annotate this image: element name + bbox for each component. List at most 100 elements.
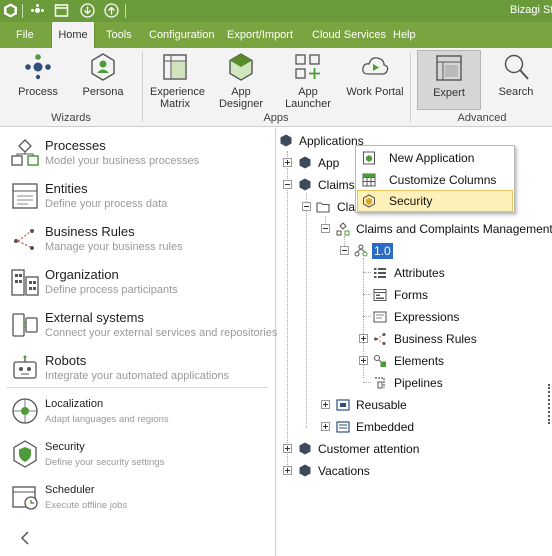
experience-matrix-icon [163, 54, 187, 80]
entities-icon [12, 183, 38, 209]
external-systems-icon [12, 313, 38, 337]
bizagi-studio-window: Bizagi St File Home Tools Configuration … [0, 0, 552, 556]
tree-label: Elements [394, 354, 445, 368]
menu-cloud-services[interactable]: Cloud Services [312, 22, 386, 48]
nav-item-robots[interactable]: Robots Integrate your automated applicat… [0, 351, 276, 389]
organization-icon [11, 269, 39, 296]
persona-label: Persona [82, 86, 124, 98]
tree-connector [306, 193, 307, 428]
quick-access-separator [125, 4, 126, 18]
vacations-hex-icon [299, 464, 311, 477]
expand-toggle[interactable] [283, 466, 292, 475]
collapse-toggle[interactable] [321, 224, 330, 233]
app-designer-label: App Designer [218, 86, 264, 110]
applications-hex-icon [280, 134, 292, 147]
menu-item-new-application[interactable]: New Application [357, 147, 513, 169]
nav-description: Define your security settings [45, 457, 165, 468]
tree-connector [287, 151, 288, 471]
nav-item-scheduler[interactable]: Scheduler Execute offline jobs [0, 480, 276, 516]
left-navigation-panel: Processes Model your business processes … [0, 128, 277, 556]
reusable-icon [336, 399, 350, 411]
menu-home[interactable]: Home [51, 22, 95, 48]
business-rules-tree-icon [374, 333, 386, 345]
expand-toggle[interactable] [359, 334, 368, 343]
app-launcher-button[interactable]: App Launcher [276, 50, 340, 110]
menu-item-security[interactable]: Security [357, 190, 513, 212]
expand-toggle[interactable] [283, 444, 292, 453]
claims-hex-icon [299, 178, 311, 191]
group-label-wizards: Wizards [51, 112, 91, 124]
menu-export-import[interactable]: Export/Import [227, 22, 293, 48]
app-designer-button[interactable]: App Designer [210, 50, 272, 110]
scheduler-icon [12, 486, 38, 510]
window-icon[interactable] [54, 3, 69, 18]
version-icon [354, 244, 368, 257]
menu-help[interactable]: Help [393, 22, 416, 48]
menu-item-label: Security [389, 194, 433, 208]
bizagi-logo-icon[interactable] [3, 3, 18, 18]
expert-label: Expert [433, 87, 465, 99]
app-title: Bizagi St [510, 4, 552, 16]
nav-item-entities[interactable]: Entities Define your process data [0, 179, 276, 217]
nav-item-processes[interactable]: Processes Model your business processes [0, 136, 276, 174]
nav-title: Entities [45, 181, 88, 196]
menu-bar: File Home Tools Configuration Export/Imp… [0, 22, 552, 48]
collapse-toggle[interactable] [302, 202, 311, 211]
work-portal-button[interactable]: Work Portal [346, 50, 404, 110]
experience-matrix-button[interactable]: Experience Matrix [150, 50, 205, 110]
process-button[interactable]: Process [12, 50, 64, 110]
ribbon-group-separator [410, 52, 411, 122]
menu-item-customize-columns[interactable]: Customize Columns [357, 169, 513, 191]
expressions-icon [373, 311, 387, 323]
nav-separator [6, 387, 268, 388]
expand-toggle[interactable] [283, 158, 292, 167]
menu-tools[interactable]: Tools [106, 22, 132, 48]
expert-button[interactable]: Expert [417, 50, 481, 110]
tree-label: Applications [299, 134, 364, 148]
security-icon [13, 440, 37, 468]
tree-connector [363, 294, 371, 295]
tree-label: Claims [318, 178, 355, 192]
app-designer-icon [229, 53, 253, 81]
sync-icon[interactable] [30, 3, 45, 18]
chevron-left-icon[interactable] [18, 530, 32, 546]
collapse-toggle[interactable] [340, 246, 349, 255]
menu-item-label: Customize Columns [389, 173, 497, 187]
nav-title: Organization [45, 267, 119, 282]
search-button[interactable]: Search [490, 50, 542, 110]
process-tree-icon [336, 222, 350, 236]
download-icon[interactable] [80, 3, 95, 18]
new-application-icon [363, 151, 375, 165]
nav-title: Business Rules [45, 224, 135, 239]
tree-label: Vacations [318, 464, 370, 478]
menu-file[interactable]: File [16, 22, 34, 48]
ribbon-group-separator [142, 52, 143, 122]
expand-toggle[interactable] [321, 422, 330, 431]
tree-label: Business Rules [394, 332, 477, 346]
nav-item-organization[interactable]: Organization Define process participants [0, 265, 276, 303]
nav-item-localization[interactable]: Localization Adapt languages and regions [0, 394, 276, 430]
persona-button[interactable]: Persona [80, 50, 126, 110]
persona-icon [91, 53, 115, 81]
ribbon: Process Persona Experience Matrix App De… [0, 48, 552, 127]
tree-connector [363, 382, 371, 383]
robots-icon [13, 355, 37, 379]
splitter-grip[interactable] [548, 384, 551, 424]
upload-icon[interactable] [104, 3, 119, 18]
expand-toggle[interactable] [359, 356, 368, 365]
menu-configuration[interactable]: Configuration [149, 22, 214, 48]
tree-label: Cla [337, 200, 356, 214]
attributes-icon [374, 268, 386, 278]
version-badge: 1.0 [372, 243, 393, 259]
nav-item-security[interactable]: Security Define your security settings [0, 437, 276, 473]
tree-label: Forms [394, 288, 428, 302]
nav-title: Scheduler [45, 484, 95, 496]
nav-item-business-rules[interactable]: Business Rules Manage your business rule… [0, 222, 276, 260]
expand-toggle[interactable] [321, 400, 330, 409]
process-label: Process [18, 86, 58, 98]
tree-label: Customer attention [318, 442, 420, 456]
nav-description: Manage your business rules [45, 241, 183, 253]
collapse-toggle[interactable] [283, 180, 292, 189]
tree-label: App [318, 156, 340, 170]
nav-item-external-systems[interactable]: External systems Connect your external s… [0, 308, 277, 346]
